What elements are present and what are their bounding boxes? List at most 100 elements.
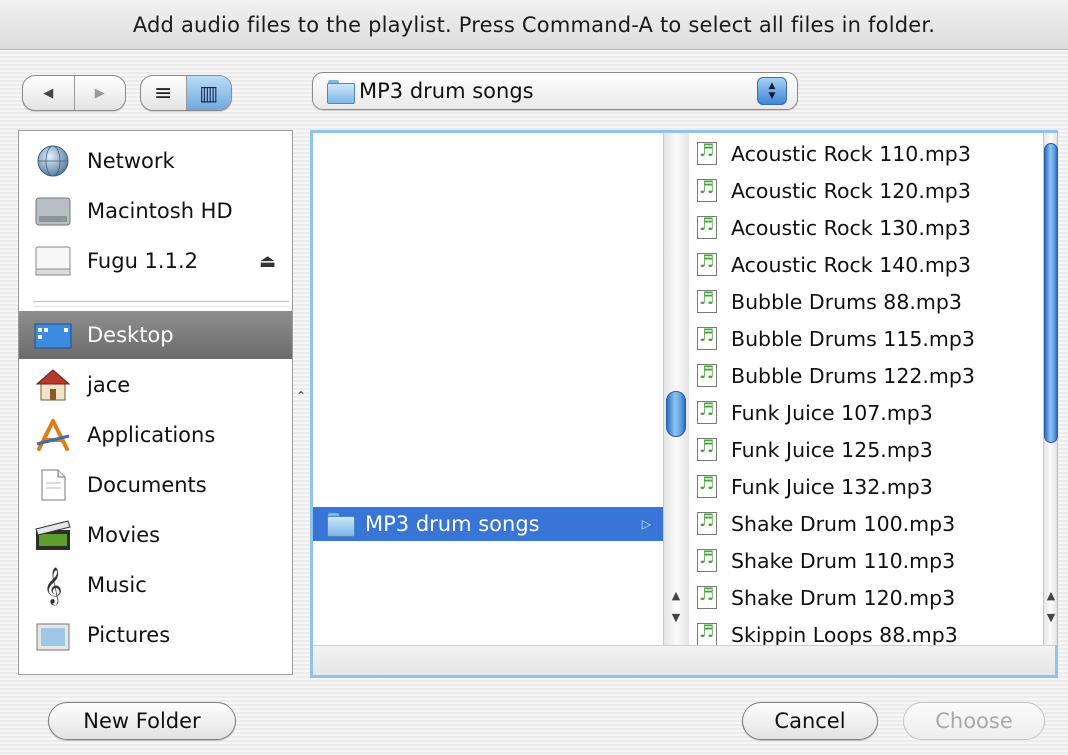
list-item[interactable]: Shake Drum 120.mp3 [689,579,1045,616]
column-2-scroll-thumb[interactable] [1044,143,1058,443]
cancel-label: Cancel [774,709,846,733]
new-folder-button[interactable]: New Folder [48,702,236,740]
column-view-button[interactable]: ▥ [185,76,231,110]
documents-icon [33,468,73,502]
sidebar-item-label: jace [87,373,131,397]
file-name: Skippin Loops 88.mp3 [731,622,958,646]
list-item[interactable]: Funk Juice 125.mp3 [689,431,1045,468]
sidebar-item-documents[interactable]: Documents [19,461,292,509]
file-name: Shake Drum 110.mp3 [731,548,956,573]
file-name: Shake Drum 100.mp3 [731,511,956,536]
music-file-icon [697,400,717,424]
list-item[interactable]: Bubble Drums 122.mp3 [689,357,1045,394]
nav-back-forward: ◀ ▶ [22,75,126,111]
eject-icon[interactable]: ⏏ [259,251,276,272]
disk-image-icon [33,244,73,278]
folder-name: MP3 drum songs [365,512,540,536]
home-icon [33,368,73,402]
folder-icon [327,513,355,537]
file-name: Acoustic Rock 110.mp3 [731,141,971,166]
forward-button[interactable]: ▶ [73,76,126,110]
list-item[interactable]: Acoustic Rock 120.mp3 [689,172,1045,209]
column-1-scroll-thumb[interactable] [666,391,686,437]
scroll-down-arrow-icon[interactable]: ▼ [664,611,688,624]
scroll-down-arrow-icon[interactable]: ▼ [1044,611,1058,624]
file-name: Bubble Drums 122.mp3 [731,363,975,388]
list-item-selected-folder[interactable]: MP3 drum songs ▷ [313,507,663,541]
view-mode-control: ≡ ▥ [140,75,232,111]
sidebar-item-label: Applications [87,423,216,447]
dialog-prompt-text: Add audio files to the playlist. Press C… [132,12,936,37]
desktop-icon [33,318,73,352]
list-item[interactable]: Shake Drum 110.mp3 [689,542,1045,579]
music-file-icon [697,548,717,572]
music-file-icon [697,474,717,498]
dialog-prompt: Add audio files to the playlist. Press C… [0,0,1068,50]
choose-label: Choose [935,709,1013,733]
sidebar-item-label: Fugu 1.1.2 [87,249,198,273]
column-2-scrollbar[interactable]: ▲ ▼ [1043,133,1058,645]
music-file-icon [697,326,717,350]
list-item[interactable]: Acoustic Rock 140.mp3 [689,246,1045,283]
music-file-icon [697,437,717,461]
list-item[interactable]: Funk Juice 132.mp3 [689,468,1045,505]
sidebar-item-music[interactable]: 𝄞 Music [19,561,292,609]
file-name: Acoustic Rock 130.mp3 [731,215,971,240]
list-item[interactable]: Acoustic Rock 110.mp3 [689,135,1045,172]
new-folder-label: New Folder [83,709,201,733]
music-file-icon [697,585,717,609]
column-browser: ⌃ MP3 drum songs ▷ ▲ ▼ Acoustic Rock 110… [296,130,1058,678]
list-item[interactable]: Shake Drum 100.mp3 [689,505,1045,542]
file-name: Shake Drum 120.mp3 [731,585,956,610]
list-view-button[interactable]: ≡ [141,76,186,110]
sidebar-item-macintosh-hd[interactable]: Macintosh HD [19,187,292,235]
cancel-button[interactable]: Cancel [742,702,878,740]
sidebar-item-label: Documents [87,473,207,497]
scroll-up-arrow-icon[interactable]: ▲ [664,589,688,602]
music-file-icon [697,622,717,645]
file-name: Bubble Drums 115.mp3 [731,326,975,351]
sidebar-item-pictures[interactable]: Pictures [19,611,292,659]
back-button[interactable]: ◀ [23,76,74,110]
forward-arrow-icon: ▶ [94,85,105,101]
scroll-up-arrow-icon[interactable]: ▲ [1044,589,1058,602]
file-name: Bubble Drums 88.mp3 [731,289,962,314]
column-1-scrollbar[interactable]: ▲ ▼ [663,133,689,645]
list-item[interactable]: Funk Juice 107.mp3 [689,394,1045,431]
music-file-icon [697,363,717,387]
sidebar-item-applications[interactable]: Applications [19,411,292,459]
popup-stepper-icon: ▲ ▼ [757,77,787,105]
list-item[interactable]: Bubble Drums 88.mp3 [689,283,1045,320]
sidebar-item-network[interactable]: Network [19,137,292,185]
location-popup-label: MP3 drum songs [359,79,534,103]
hard-drive-icon [33,194,73,228]
choose-button[interactable]: Choose [903,702,1045,740]
column-resize-handle[interactable]: ⌃ [296,389,306,403]
list-item[interactable]: Bubble Drums 115.mp3 [689,320,1045,357]
list-item[interactable]: Skippin Loops 88.mp3 [689,616,1045,645]
sidebar-item-label: Music [87,573,147,597]
applications-icon [33,418,73,452]
sidebar-item-label: Macintosh HD [87,199,233,223]
treble-clef-icon: 𝄞 [43,566,63,604]
sidebar-item-jace[interactable]: jace [19,361,292,409]
sidebar-item-label: Pictures [87,623,171,647]
sidebar-item-label: Desktop [87,323,174,347]
sidebar-item-movies[interactable]: Movies [19,511,292,559]
sidebar-item-desktop[interactable]: Desktop [19,311,292,359]
horizontal-scrollbar[interactable] [313,645,1055,675]
file-name: Funk Juice 125.mp3 [731,437,933,462]
location-popup[interactable]: MP3 drum songs ▲ ▼ [312,72,798,110]
sidebar: Network Macintosh HD Fugu 1.1.2 ⏏ Deskto… [18,130,293,675]
browser-column-1: ⌃ MP3 drum songs ▷ [296,133,663,645]
sidebar-item-fugu[interactable]: Fugu 1.1.2 ⏏ [19,237,292,285]
movies-icon [33,518,73,552]
music-file-icon [697,511,717,535]
file-name: Acoustic Rock 140.mp3 [731,252,971,277]
network-globe-icon [33,144,73,178]
file-name: Acoustic Rock 120.mp3 [731,178,971,203]
sidebar-divider [33,301,289,307]
sidebar-item-label: Movies [87,523,161,547]
column-view-icon: ▥ [199,81,219,105]
list-item[interactable]: Acoustic Rock 130.mp3 [689,209,1045,246]
